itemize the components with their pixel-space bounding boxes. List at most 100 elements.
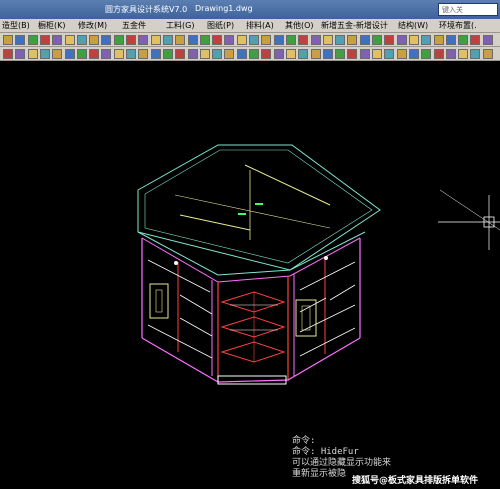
toolbar-button-icon[interactable] xyxy=(298,49,309,59)
toolbar-button-icon[interactable] xyxy=(39,49,50,59)
right-door-handle xyxy=(301,305,311,331)
menu-item-modify[interactable]: 修改(M) xyxy=(78,20,107,31)
center-shelf-1 xyxy=(220,291,286,313)
toolbar-button-icon[interactable] xyxy=(261,35,272,45)
toolbar-button-icon[interactable] xyxy=(421,35,432,45)
toolbar-button-icon[interactable] xyxy=(445,49,456,59)
toolbar-button-icon[interactable] xyxy=(249,49,259,59)
toolbar-button-icon[interactable] xyxy=(236,35,247,45)
toolbar-button-icon[interactable] xyxy=(187,49,198,59)
toolbar-button-icon[interactable] xyxy=(433,35,444,45)
toolbar-button-icon[interactable] xyxy=(64,49,75,59)
toolbar-button-icon[interactable] xyxy=(126,35,136,45)
toolbar-button-icon[interactable] xyxy=(15,49,26,59)
toolbar-row-2 xyxy=(0,47,500,61)
toolbar-button-icon[interactable] xyxy=(3,35,13,45)
toolbar-button-icon[interactable] xyxy=(285,35,296,45)
toolbar-button-icon[interactable] xyxy=(433,49,444,59)
toolbar-button-icon[interactable] xyxy=(76,49,87,59)
toolbar-button-icon[interactable] xyxy=(89,49,100,59)
toolbar-button-icon[interactable] xyxy=(347,35,358,45)
toolbar-button-icon[interactable] xyxy=(482,49,493,59)
toolbar-button-icon[interactable] xyxy=(347,49,358,59)
menu-item-environment[interactable]: 环境布置(. xyxy=(439,20,477,31)
toolbar-button-icon[interactable] xyxy=(384,49,395,59)
toolbar-button-icon[interactable] xyxy=(310,49,321,59)
menu-item-drawings[interactable]: 图纸(P) xyxy=(207,20,234,31)
toolbar-button-icon[interactable] xyxy=(162,49,173,59)
toolbar-button-icon[interactable] xyxy=(335,49,346,59)
toolbar-button-icon[interactable] xyxy=(162,35,173,45)
toolbar-button-icon[interactable] xyxy=(408,49,419,59)
toolbar-button-icon[interactable] xyxy=(27,49,38,59)
menu-item-layout[interactable]: 排料(A) xyxy=(246,20,274,31)
menu-item-structure[interactable]: 结构(W) xyxy=(398,20,428,31)
toolbar-button-icon[interactable] xyxy=(27,35,38,45)
toolbar-button-icon[interactable] xyxy=(421,49,432,59)
toolbar-button-icon[interactable] xyxy=(175,35,186,45)
toolbar-button-icon[interactable] xyxy=(113,49,124,59)
toolbar-button-icon[interactable] xyxy=(101,35,112,45)
toolbar-button-icon[interactable] xyxy=(482,35,493,45)
toolbar-button-icon[interactable] xyxy=(273,49,284,59)
toolbar-button-icon[interactable] xyxy=(52,49,63,59)
toolbar-button-icon[interactable] xyxy=(3,49,13,59)
toolbar-button-icon[interactable] xyxy=(372,35,382,45)
menu-item-materials[interactable]: 工料(G) xyxy=(166,20,194,31)
toolbar-button-icon[interactable] xyxy=(52,35,63,45)
toolbar-button-icon[interactable] xyxy=(310,35,321,45)
search-input[interactable]: 键入关 xyxy=(438,3,498,16)
drawing-canvas[interactable] xyxy=(0,62,500,489)
toolbar-button-icon[interactable] xyxy=(249,35,259,45)
menu-item-hardware[interactable]: 五金件 xyxy=(122,20,146,31)
toolbar-button-icon[interactable] xyxy=(359,35,370,45)
menu-item-new-design[interactable]: 新增五金-新增设计 xyxy=(321,20,388,31)
toolbar-button-icon[interactable] xyxy=(138,49,149,59)
toolbar-button-icon[interactable] xyxy=(150,49,161,59)
toolbar-button-icon[interactable] xyxy=(126,49,136,59)
toolbar-button-icon[interactable] xyxy=(113,35,124,45)
toolbar-button-icon[interactable] xyxy=(64,35,75,45)
toolbar-button-icon[interactable] xyxy=(396,49,407,59)
menu-item-cabinet[interactable]: 橱柜(K) xyxy=(38,20,66,31)
toolbar-button-icon[interactable] xyxy=(470,49,481,59)
toolbar-button-icon[interactable] xyxy=(445,35,456,45)
toolbar-row-1 xyxy=(0,33,500,47)
toolbar-button-icon[interactable] xyxy=(285,49,296,59)
toolbar-button-icon[interactable] xyxy=(212,49,223,59)
toolbar-button-icon[interactable] xyxy=(76,35,87,45)
toolbar-button-icon[interactable] xyxy=(175,49,186,59)
toolbar-button-icon[interactable] xyxy=(384,35,395,45)
toolbar-button-icon[interactable] xyxy=(408,35,419,45)
toolbar-button-icon[interactable] xyxy=(187,35,198,45)
menu-item-modeling[interactable]: 造型(B) xyxy=(2,20,30,31)
toolbar-button-icon[interactable] xyxy=(261,49,272,59)
title-bar: 圆方家具设计系统V7.0 Drawing1.dwg 键入关 xyxy=(0,0,500,19)
toolbar-button-icon[interactable] xyxy=(458,35,469,45)
toolbar-button-icon[interactable] xyxy=(212,35,223,45)
toolbar-button-icon[interactable] xyxy=(101,49,112,59)
toolbar-button-icon[interactable] xyxy=(372,49,382,59)
toolbar-button-icon[interactable] xyxy=(298,35,309,45)
toolbar-button-icon[interactable] xyxy=(224,35,235,45)
menu-item-other[interactable]: 其他(O) xyxy=(285,20,314,31)
toolbar-button-icon[interactable] xyxy=(273,35,284,45)
toolbar-button-icon[interactable] xyxy=(150,35,161,45)
toolbar-button-icon[interactable] xyxy=(138,35,149,45)
handle-mark-2 xyxy=(238,213,246,215)
toolbar-button-icon[interactable] xyxy=(470,35,481,45)
toolbar-button-icon[interactable] xyxy=(458,49,469,59)
toolbar-button-icon[interactable] xyxy=(199,35,210,45)
toolbar-button-icon[interactable] xyxy=(89,35,100,45)
toolbar-button-icon[interactable] xyxy=(322,49,333,59)
toolbar-button-icon[interactable] xyxy=(199,49,210,59)
toolbar-button-icon[interactable] xyxy=(359,49,370,59)
toolbar-button-icon[interactable] xyxy=(335,35,346,45)
toolbar-button-icon[interactable] xyxy=(224,49,235,59)
toolbar-button-icon[interactable] xyxy=(15,35,26,45)
toolbar-button-icon[interactable] xyxy=(396,35,407,45)
toolbar-button-icon[interactable] xyxy=(39,35,50,45)
menu-bar: 造型(B) 橱柜(K) 修改(M) 五金件 工料(G) 图纸(P) 排料(A) … xyxy=(0,19,500,33)
toolbar-button-icon[interactable] xyxy=(322,35,333,45)
toolbar-button-icon[interactable] xyxy=(236,49,247,59)
